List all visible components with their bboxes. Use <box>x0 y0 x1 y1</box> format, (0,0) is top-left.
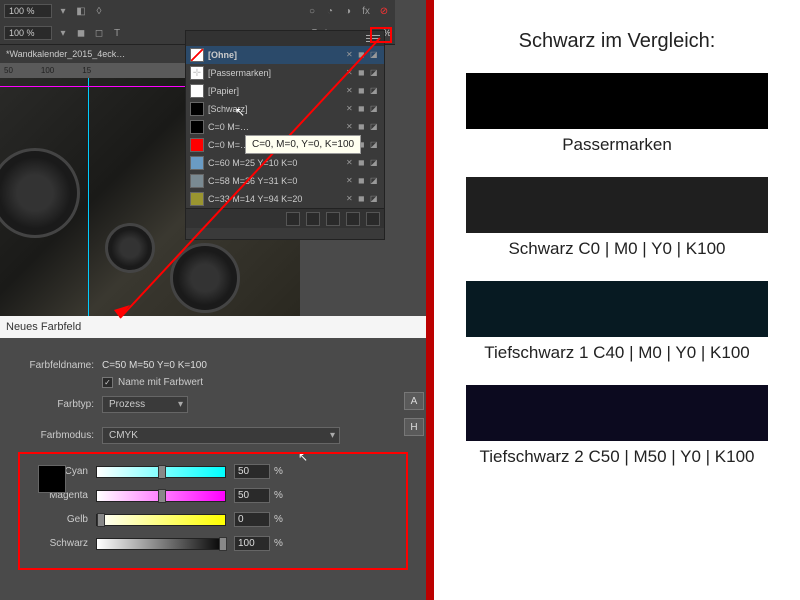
swatches-footer <box>186 208 384 228</box>
swatch-row[interactable]: C=0 M=…✕◼◪ <box>186 118 384 136</box>
swatch-view-icon[interactable] <box>326 212 340 226</box>
type-dropdown[interactable]: Prozess <box>102 396 188 413</box>
zoom-dropdown-2[interactable]: 100 % <box>4 26 52 40</box>
slider[interactable] <box>96 538 226 550</box>
comparison-swatch <box>466 73 768 129</box>
slider[interactable] <box>96 514 226 526</box>
dialog-button[interactable]: H <box>404 418 424 436</box>
dialog-button[interactable]: A <box>404 392 424 410</box>
cursor-icon: ↖ <box>235 105 245 119</box>
slider-value[interactable]: 0 <box>234 512 270 527</box>
slider[interactable] <box>96 466 226 478</box>
comparison-label: Schwarz C0 | M0 | Y0 | K100 <box>434 239 800 259</box>
checkbox-label: Name mit Farbwert <box>118 377 203 388</box>
slider-value[interactable]: 100 <box>234 536 270 551</box>
type-label: Farbtyp: <box>18 399 102 410</box>
trash-icon[interactable] <box>366 212 380 226</box>
highlight-box <box>370 27 392 43</box>
comparison-label: Tiefschwarz 1 C40 | M0 | Y0 | K100 <box>434 343 800 363</box>
comparison-swatch <box>466 385 768 441</box>
cmyk-sliders: Cyan50%Magenta50%Gelb0%Schwarz100% <box>18 452 408 570</box>
swatch-row[interactable]: [Schwarz]✕◼◪ <box>186 100 384 118</box>
slider-value[interactable]: 50 <box>234 464 270 479</box>
swatch-row[interactable]: ✛[Passermarken]✕◼◪ <box>186 64 384 82</box>
circle-icon[interactable]: ○ <box>305 4 319 18</box>
swatch-row[interactable]: C=60 M=25 Y=10 K=0✕◼◪ <box>186 154 384 172</box>
comparison-swatch <box>466 177 768 233</box>
divider <box>426 0 434 600</box>
stroke-icon[interactable]: ◻ <box>92 26 106 40</box>
slider-value[interactable]: 50 <box>234 488 270 503</box>
zoom-dropdown[interactable]: 100 % <box>4 4 52 18</box>
document-tab[interactable]: *Wandkalender_2015_4eck… <box>0 45 185 63</box>
swatch-tooltip: C=0, M=0, Y=0, K=100 <box>245 135 361 154</box>
fill-icon[interactable]: ◼ <box>74 26 88 40</box>
text-icon[interactable]: T <box>110 26 124 40</box>
swatch-row[interactable]: C=58 M=36 Y=31 K=0✕◼◪ <box>186 172 384 190</box>
mode-label: Farbmodus: <box>18 430 102 441</box>
mode-dropdown[interactable]: CMYK <box>102 427 340 444</box>
fx-icon[interactable]: fx <box>359 4 373 18</box>
tool-icon[interactable]: ◊ <box>92 4 106 18</box>
swatch-row[interactable]: C=33 M=14 Y=94 K=20✕◼◪ <box>186 190 384 208</box>
none-icon[interactable]: ⊘ <box>377 4 391 18</box>
swatch-view-icon[interactable] <box>286 212 300 226</box>
comparison-label: Tiefschwarz 2 C50 | M50 | Y0 | K100 <box>434 447 800 467</box>
dialog-title-bar: Neues Farbfeld <box>0 316 426 338</box>
color-preview <box>38 465 66 493</box>
new-swatch-icon[interactable] <box>346 212 360 226</box>
comparison-label: Passermarken <box>434 135 800 155</box>
name-value: C=50 M=50 Y=0 K=100 <box>102 360 207 371</box>
tool-icon[interactable]: ◧ <box>74 4 88 18</box>
comparison-panel: Schwarz im Vergleich: Passermarken Schwar… <box>434 0 800 600</box>
comparison-title: Schwarz im Vergleich: <box>434 0 800 73</box>
ruler: 5010015 <box>0 63 185 78</box>
circle-icon[interactable]: ◔ <box>323 4 337 18</box>
swatch-view-icon[interactable] <box>306 212 320 226</box>
swatch-row[interactable]: [Papier]✕◼◪ <box>186 82 384 100</box>
chevron-icon: ▾ <box>56 4 70 18</box>
name-with-value-checkbox[interactable]: ✓ <box>102 377 113 388</box>
slider[interactable] <box>96 490 226 502</box>
cursor-icon: ↖ <box>298 450 308 464</box>
comparison-swatch <box>466 281 768 337</box>
name-label: Farbfeldname: <box>18 360 102 371</box>
swatch-row[interactable]: [Ohne]✕◼◪ <box>186 46 384 64</box>
circle-icon[interactable]: ◑ <box>341 4 355 18</box>
